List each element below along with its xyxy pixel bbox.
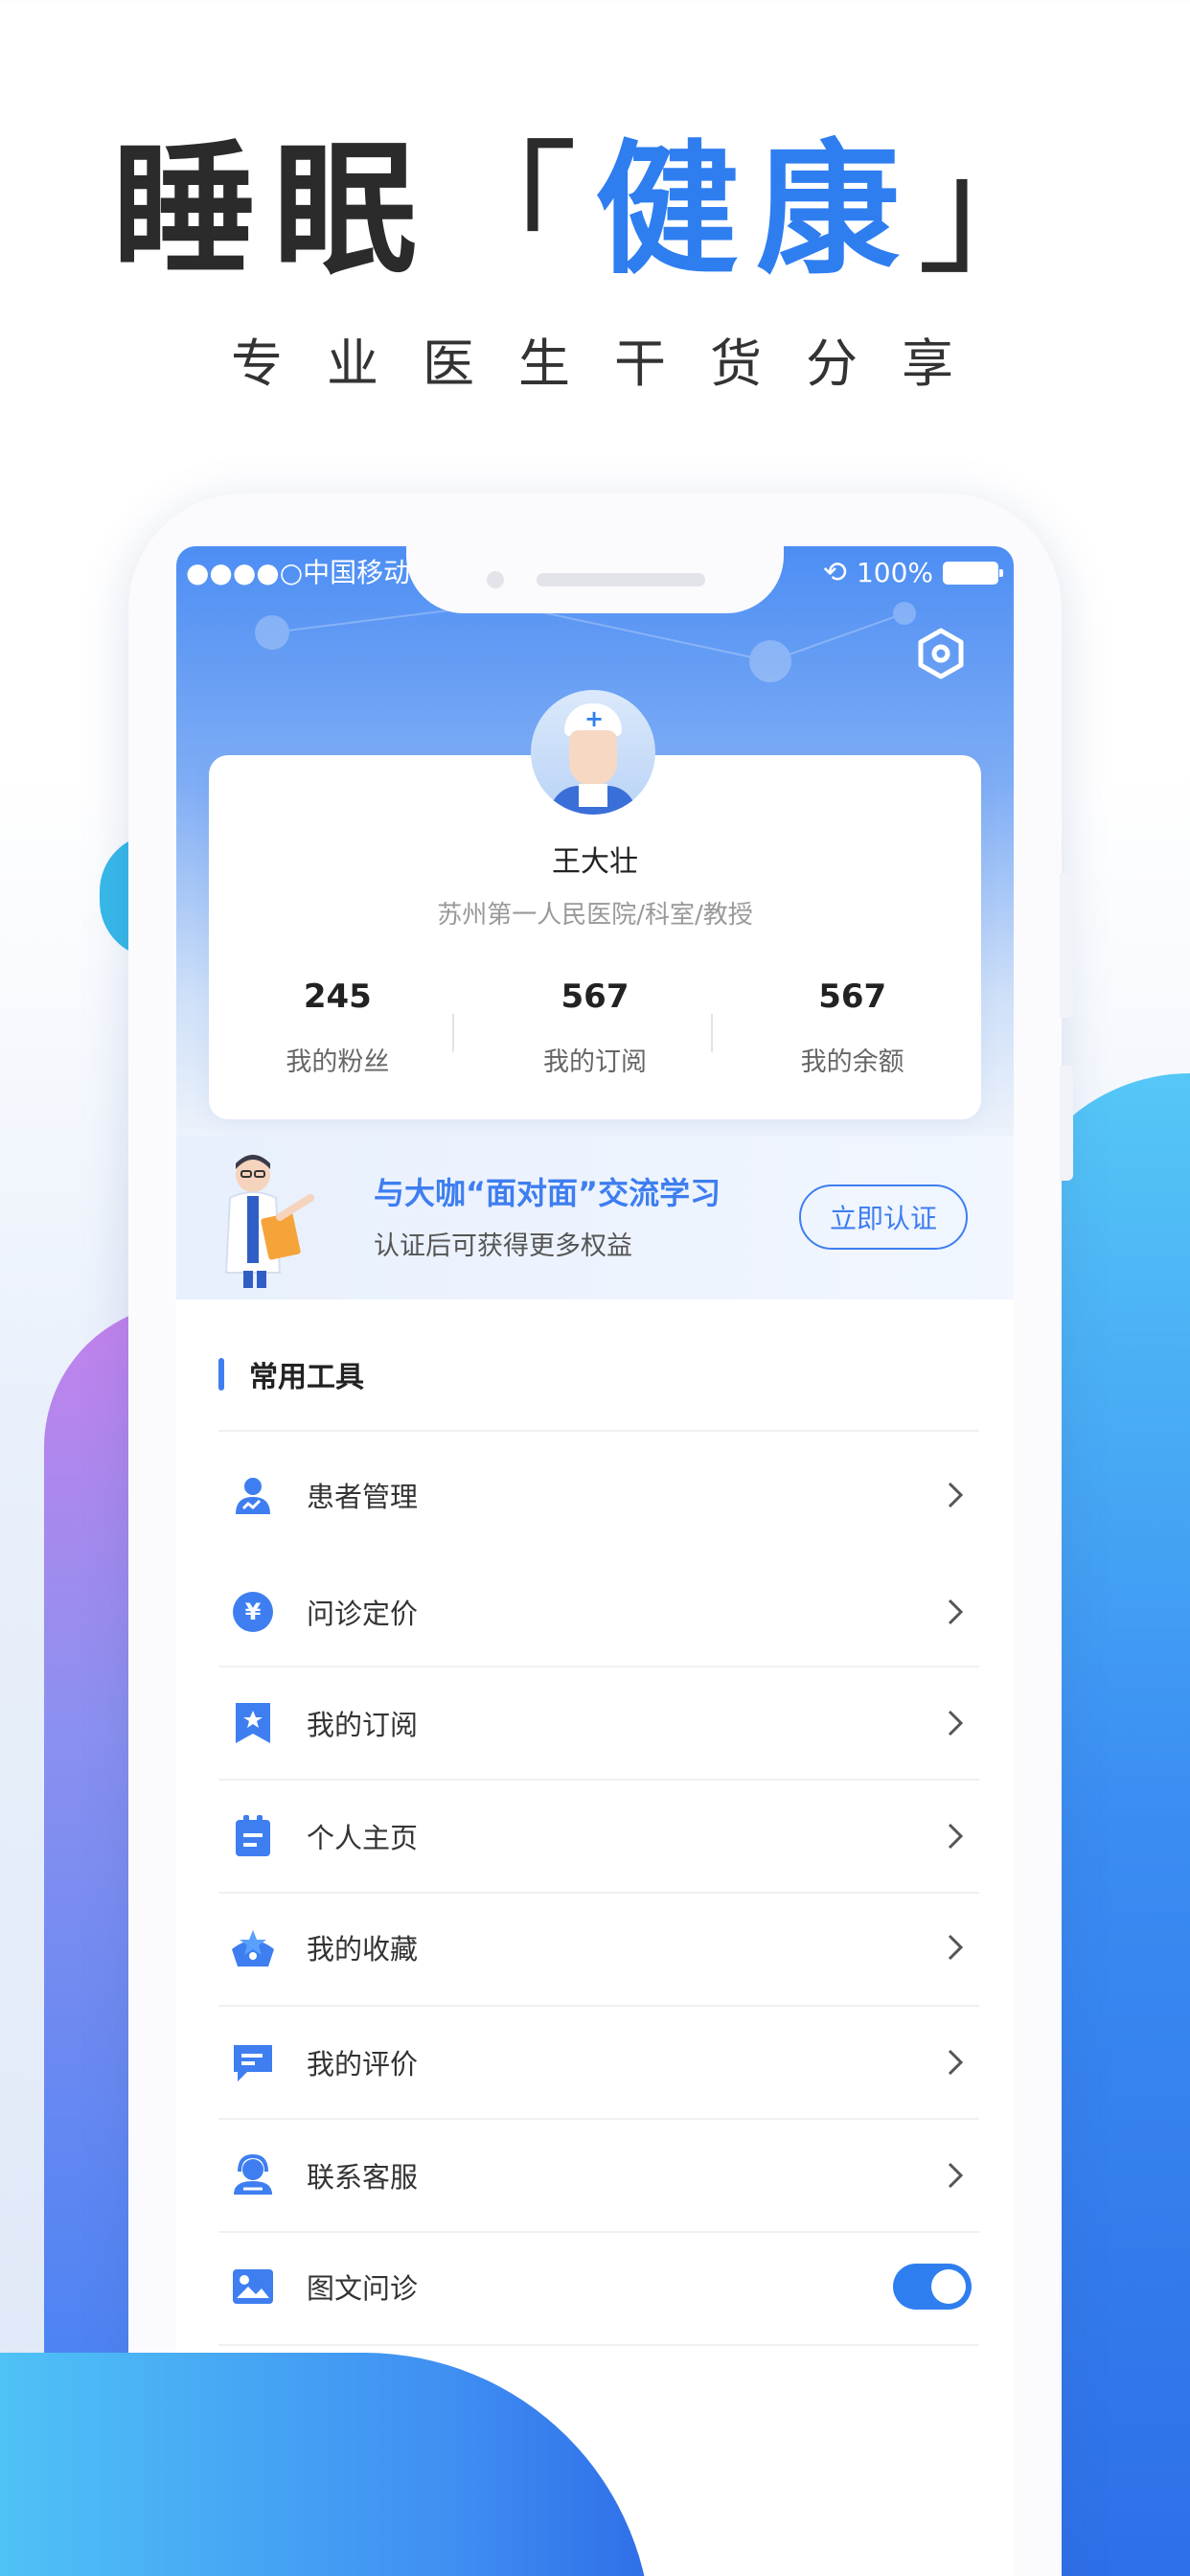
chevron-right-icon [941,1481,970,1509]
image-text-consultation-toggle[interactable] [893,2264,972,2310]
rotation-lock-icon: ⟲ [822,556,847,589]
tool-label: 问诊定价 [307,1598,419,1630]
hero-title-main: 睡眠 [111,127,434,294]
tool-row-personal-homepage[interactable]: 个人主页 [218,1781,979,1892]
battery-icon [943,562,1003,585]
chat-icon [228,2037,278,2087]
doctor-illustration-icon [224,1155,314,1288]
hero-title-accent: 健康 [595,127,918,294]
tool-row-image-text-consultation[interactable]: 图文问诊 [218,2231,979,2342]
settings-button[interactable] [912,625,970,682]
chevron-right-icon [941,2161,970,2190]
avatar[interactable]: + [531,690,655,815]
tools-heading-text: 常用工具 [249,1361,364,1394]
tool-row-my-favorites[interactable]: 我的收藏 [218,1892,979,2003]
chevron-right-icon [941,2048,970,2077]
star-hat-icon [228,1922,278,1972]
hero-bracket-close: 」 [917,127,1079,294]
tool-label: 我的订阅 [307,1709,419,1741]
certification-banner: 与大咖“面对面”交流学习 认证后可获得更多权益 立即认证 [176,1137,1014,1300]
patient-icon [228,1470,278,1520]
banner-title: 与大咖“面对面”交流学习 [374,1175,721,1211]
tools-heading: 常用工具 [218,1355,364,1394]
clipboard-icon [228,1811,278,1861]
bookmark-star-icon [228,1698,278,1748]
app-screen: ●●●●○中国移动 4G ⟲ 100% + 王大壮 苏州第一人民医院/科室/教授… [176,546,1014,2576]
banner-subtitle: 认证后可获得更多权益 [374,1231,632,1261]
doctor-affiliation: 苏州第一人民医院/科室/教授 [437,901,753,930]
tool-row-my-subscriptions[interactable]: 我的订阅 [218,1668,979,1779]
settings-hex-icon [918,628,964,679]
tool-label: 患者管理 [307,1481,419,1513]
stat-fans[interactable]: 245 我的粉丝 [209,978,467,1078]
chevron-right-icon [941,1709,970,1737]
hero-title: 睡眠「健康」 [0,125,1190,297]
status-right: ⟲ 100% [822,546,1003,600]
stat-balance[interactable]: 567 我的余额 [723,978,981,1078]
phone-side-button [1060,874,1073,1018]
doctor-name: 王大壮 [552,845,638,879]
tool-row-patient-management[interactable]: 患者管理 [218,1439,979,1551]
chevron-right-icon [941,1822,970,1851]
tool-row-my-reviews[interactable]: 我的评价 [218,2007,979,2118]
image-icon [228,2262,278,2312]
stat-divider [711,1014,713,1052]
stat-label: 我的余额 [800,1047,904,1077]
svg-text:¥: ¥ [245,1598,262,1625]
certify-now-button[interactable]: 立即认证 [799,1184,968,1250]
chevron-right-icon [941,1598,970,1626]
divider [218,2344,979,2346]
headset-icon [228,2150,278,2200]
battery-percent: 100% [856,557,933,588]
heading-accent-bar [218,1358,224,1391]
avatar-collar [579,784,607,807]
tool-label: 个人主页 [307,1822,419,1854]
tool-row-consultation-pricing[interactable]: ¥ 问诊定价 [218,1556,979,1668]
avatar-face [569,730,617,786]
divider [218,1430,979,1432]
tool-label: 我的收藏 [307,1933,419,1966]
hero-bracket-open: 「 [433,127,595,294]
hero-subtitle: 专业医生干货分享 [231,334,997,394]
phone-side-button-2 [1060,1066,1073,1181]
stat-value: 245 [303,978,372,1016]
tool-label: 联系客服 [307,2161,419,2194]
medical-cross-icon: + [584,705,605,732]
yen-icon: ¥ [228,1587,278,1637]
stat-label: 我的订阅 [543,1047,647,1077]
stat-divider [452,1014,454,1052]
chevron-right-icon [941,1933,970,1962]
phone-notch [406,546,784,613]
speaker-grille [537,573,705,586]
stat-value: 567 [561,978,629,1016]
carrier-text: ●●●●○中国移动 [186,557,411,588]
tool-label: 图文问诊 [307,2272,419,2305]
camera-dot [487,571,504,588]
stat-subscriptions[interactable]: 567 我的订阅 [467,978,724,1078]
tool-row-contact-support[interactable]: 联系客服 [218,2120,979,2231]
stat-value: 567 [818,978,887,1016]
tool-label: 我的评价 [307,2048,419,2081]
stat-label: 我的粉丝 [286,1047,390,1077]
profile-stats: 245 我的粉丝 567 我的订阅 567 我的余额 [209,978,981,1078]
